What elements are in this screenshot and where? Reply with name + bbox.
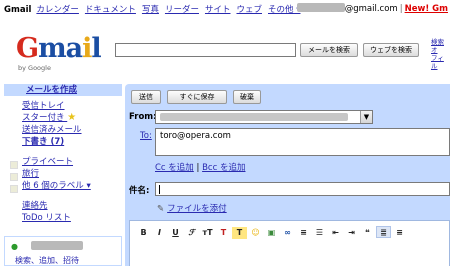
from-select[interactable]: ▼ <box>155 110 373 124</box>
chat-actions[interactable]: 検索、追加、招待 <box>15 255 79 266</box>
sidebar-item-sent[interactable]: 送信済みメール <box>22 124 122 136</box>
label-color-swatch <box>10 185 18 193</box>
search-web-button[interactable]: ウェブを検索 <box>363 43 419 57</box>
chat-user-redacted <box>31 241 83 250</box>
add-cc-link[interactable]: Cc を追加 <box>155 163 194 173</box>
status-dot-icon[interactable]: ● <box>11 242 18 251</box>
compose-mail-link[interactable]: メールを作成 <box>4 84 122 96</box>
contacts-link[interactable]: 連絡先 <box>22 200 122 212</box>
tasks-link[interactable]: ToDo リスト <box>22 212 122 224</box>
emoticon-icon[interactable]: ☺ <box>248 227 263 239</box>
discard-button[interactable]: 破棄 <box>233 90 261 104</box>
attach-file-link[interactable]: ✎ ファイルを添付 <box>157 202 227 214</box>
more-labels-link[interactable]: 他 6 個のラベル ▾ <box>22 180 122 192</box>
label-color-swatch <box>10 173 18 181</box>
label-travel[interactable]: 旅行 <box>22 168 122 180</box>
underline-icon[interactable]: U <box>168 227 183 239</box>
sidebar-item-starred-label: スター付き <box>22 113 65 123</box>
nav-sites[interactable]: サイト <box>205 5 231 15</box>
to-field[interactable]: toro@opera.com <box>155 128 450 156</box>
text-color-icon[interactable]: T <box>216 227 231 239</box>
sidebar: 受信トレイ スター付き ★ 送信済みメール 下書き (7) プライベート 旅行 … <box>22 100 122 224</box>
search-options-link[interactable]: 検索オ <box>431 38 450 54</box>
to-field-value: toro@opera.com <box>160 131 231 141</box>
align-left-icon[interactable]: ≣ <box>376 226 391 238</box>
nav-documents[interactable]: ドキュメント <box>85 5 136 15</box>
highlight-icon[interactable]: T <box>232 227 247 239</box>
top-nav-bar: Gmail カレンダー ドキュメント 写真 リーダー サイト ウェブ その他 ▾ @gmail… <box>0 0 450 16</box>
bold-icon[interactable]: B <box>136 227 151 239</box>
search-mail-button[interactable]: メールを検索 <box>300 43 358 57</box>
star-icon: ★ <box>67 112 77 123</box>
nav-web[interactable]: ウェブ <box>236 5 262 15</box>
save-now-button[interactable]: すぐに保存 <box>167 90 227 104</box>
font-icon[interactable]: ℱ <box>184 226 199 238</box>
attach-file-label: ファイルを添付 <box>167 204 227 214</box>
quote-icon[interactable]: ❝ <box>360 227 375 239</box>
filter-link[interactable]: フィル <box>431 54 450 70</box>
gmail-logo[interactable]: Gmail by Google <box>16 33 104 76</box>
compose-pane: 送信 すぐに保存 破棄 From: ▼ To: toro@opera.com C… <box>125 84 450 266</box>
align-center-icon[interactable]: ≡ <box>392 227 407 239</box>
cc-bcc-links: Cc を追加 | Bcc を追加 <box>155 161 245 173</box>
message-editor[interactable]: B I U ℱтT T T ☺ ▣ ∞ ≡ ☰ ⇤ ⇥ ❝ ≣ ≡ <box>129 220 450 266</box>
to-label-link[interactable]: To: <box>140 131 152 141</box>
italic-icon[interactable]: I <box>152 227 167 239</box>
by-google-text: by Google <box>18 64 51 72</box>
search-input[interactable] <box>115 43 296 57</box>
search-options-links[interactable]: 検索オ フィル <box>431 38 450 70</box>
account-email: @gmail.com <box>344 4 398 14</box>
font-size-icon[interactable]: тT <box>200 227 215 239</box>
nav-calendar[interactable]: カレンダー <box>36 5 79 15</box>
gmail-wordmark: Gmail <box>16 33 102 64</box>
subject-field[interactable] <box>155 182 450 196</box>
chat-panel: ● 検索、追加、招待 <box>4 236 122 266</box>
account-separator: | <box>399 4 403 14</box>
account-area: @gmail.com | New! Gm <box>296 3 448 14</box>
bullet-list-icon[interactable]: ☰ <box>312 227 327 239</box>
numbered-list-icon[interactable]: ≡ <box>296 227 311 239</box>
nav-more[interactable]: その他 ▾ <box>268 5 300 15</box>
text-caret <box>159 185 160 194</box>
send-button[interactable]: 送信 <box>131 90 161 104</box>
top-nav-links: Gmail カレンダー ドキュメント 写真 リーダー サイト ウェブ その他 ▾ <box>4 3 306 15</box>
from-address-redacted <box>160 113 348 121</box>
from-label: From: <box>129 112 157 122</box>
paperclip-icon: ✎ <box>157 204 165 214</box>
nav-reader[interactable]: リーダー <box>165 5 199 15</box>
subject-label: 件名: <box>129 186 150 196</box>
link-icon[interactable]: ∞ <box>280 227 295 239</box>
image-icon[interactable]: ▣ <box>264 227 279 239</box>
sidebar-item-starred[interactable]: スター付き ★ <box>22 112 122 124</box>
indent-less-icon[interactable]: ⇤ <box>328 227 343 239</box>
format-toolbar: B I U ℱтT T T ☺ ▣ ∞ ≡ ☰ ⇤ ⇥ ❝ ≣ ≡ <box>136 226 408 239</box>
brand-gmail: Gmail <box>4 5 32 15</box>
sidebar-item-inbox[interactable]: 受信トレイ <box>22 100 122 112</box>
add-bcc-link[interactable]: Bcc を追加 <box>202 163 245 173</box>
label-color-swatch <box>10 161 18 169</box>
nav-photos[interactable]: 写真 <box>142 5 159 15</box>
sidebar-item-drafts[interactable]: 下書き (7) <box>22 136 122 148</box>
indent-more-icon[interactable]: ⇥ <box>344 227 359 239</box>
account-name-redacted <box>296 3 345 12</box>
cc-bcc-separator: | <box>193 163 203 173</box>
label-private[interactable]: プライベート <box>22 156 122 168</box>
chevron-down-icon[interactable]: ▼ <box>360 111 372 123</box>
new-feature-link[interactable]: New! Gm <box>405 4 448 14</box>
